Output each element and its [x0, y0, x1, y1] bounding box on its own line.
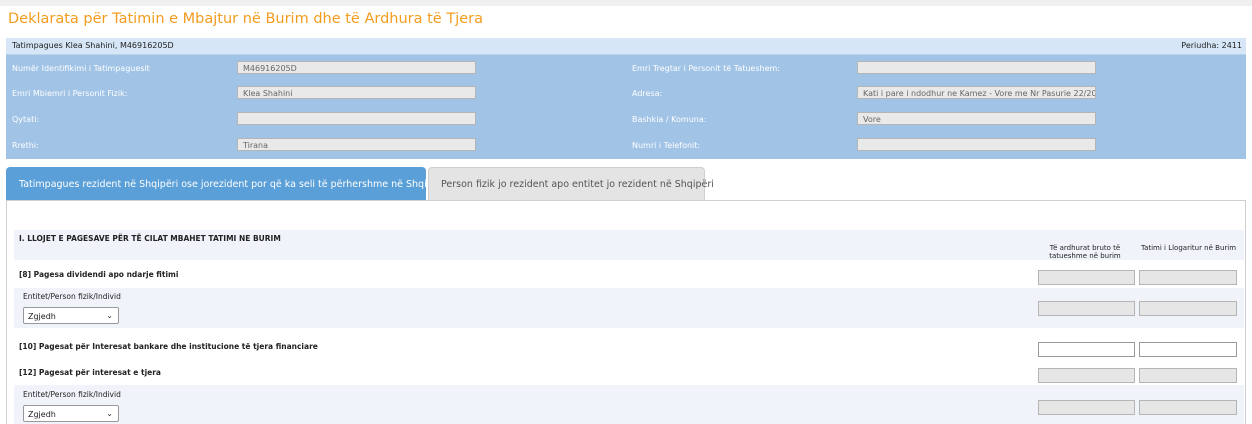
column-calculated-tax: Tatimi i Llogaritur në Burim: [1140, 244, 1237, 252]
city-label: Qytati:: [12, 115, 40, 124]
address-label: Adresa:: [632, 89, 663, 98]
select-value: Zgjedh: [28, 312, 56, 321]
tab-resident-taxpayer[interactable]: Tatimpagues rezident në Shqipëri ose jor…: [6, 167, 445, 200]
section-title: I. LLOJET E PAGESAVE PËR TË CILAT MBAHET…: [19, 234, 281, 243]
tab-nonresident[interactable]: Person fizik jo rezident apo entitet jo …: [428, 167, 714, 200]
row-10-gross-input[interactable]: [1038, 342, 1135, 357]
city-field[interactable]: [237, 112, 476, 125]
select-value-2: Zgjedh: [28, 410, 56, 419]
entity-select[interactable]: Zgjedh ⌄: [23, 307, 119, 324]
row-8-gross-input[interactable]: [1038, 270, 1135, 285]
row-10-label: [10] Pagesat për Interesat bankare dhe i…: [19, 342, 318, 351]
nipt-field[interactable]: M46916205D: [237, 61, 476, 74]
row-12-gross-input[interactable]: [1038, 368, 1135, 383]
municipality-field[interactable]: Vore: [857, 112, 1096, 125]
row-10-tax-input[interactable]: [1139, 342, 1237, 357]
taxpayer-info-panel: Numër Identifikimi i Tatimpaguesit M4691…: [6, 55, 1246, 159]
phone-label: Numri i Telefonit:: [632, 141, 701, 150]
row-8-label: [8] Pagesa dividendi apo ndarje fitimi: [19, 270, 179, 279]
nipt-label: Numër Identifikimi i Tatimpaguesit: [12, 64, 150, 73]
full-name-field[interactable]: Klea Shahini: [237, 86, 476, 99]
entity-select-2[interactable]: Zgjedh ⌄: [23, 405, 119, 422]
period-label: Periudha: 2411: [1181, 41, 1242, 50]
entity-label-2: Entitet/Person fizik/Individ: [23, 390, 121, 399]
trade-name-field[interactable]: [857, 61, 1096, 74]
top-border: [0, 0, 1252, 6]
full-name-label: Emri Mbiemri i Personit Fizik:: [12, 89, 128, 98]
trade-name-label: Emri Tregtar i Personit të Tatueshem:: [632, 64, 780, 73]
entity-label: Entitet/Person fizik/Individ: [23, 292, 121, 301]
municipality-label: Bashkia / Komuna:: [632, 115, 707, 124]
chevron-down-icon: ⌄: [106, 311, 113, 320]
row-8-entity-tax-input[interactable]: [1139, 301, 1237, 316]
taxpayer-name: Tatimpagues Klea Shahini, M46916205D: [12, 41, 174, 50]
address-field[interactable]: Kati i pare i ndodhur ne Kamez - Vore me…: [857, 86, 1096, 99]
row-12-label: [12] Pagesat për interesat e tjera: [19, 368, 161, 377]
district-field[interactable]: Tirana: [237, 138, 476, 151]
phone-field[interactable]: [857, 138, 1096, 151]
page-title: Deklarata për Tatimin e Mbajtur në Burim…: [8, 11, 483, 27]
row-12-entity-gross-input[interactable]: [1038, 400, 1135, 415]
row-12-entity-tax-input[interactable]: [1139, 400, 1237, 415]
district-label: Rrethi:: [12, 141, 39, 150]
chevron-down-icon: ⌄: [106, 409, 113, 418]
row-8-entity-gross-input[interactable]: [1038, 301, 1135, 316]
row-8-tax-input[interactable]: [1139, 270, 1237, 285]
row-12-tax-input[interactable]: [1139, 368, 1237, 383]
column-gross-income: Të ardhurat bruto të tatueshme në burim: [1049, 244, 1121, 260]
taxpayer-bar: Tatimpagues Klea Shahini, M46916205D Per…: [6, 38, 1246, 55]
